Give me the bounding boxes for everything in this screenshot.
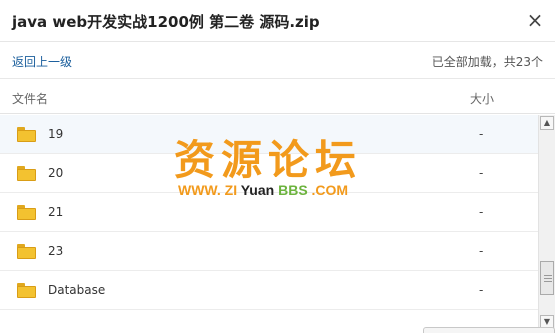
list-item[interactable]: 19 - [0, 115, 538, 154]
file-size: - [479, 244, 484, 258]
file-size: - [479, 166, 484, 180]
dialog-title: java web开发实战1200例 第二卷 源码.zip [12, 13, 320, 31]
folder-icon [17, 205, 36, 220]
vertical-scrollbar[interactable]: ▲ ▼ [538, 115, 555, 333]
file-name: Database [48, 283, 106, 297]
file-name: 20 [48, 166, 64, 180]
back-up-one-level-link[interactable]: 返回上一级 [12, 53, 72, 70]
file-name: 19 [48, 127, 64, 141]
list-item[interactable]: 23 - [0, 232, 538, 271]
folder-icon [17, 244, 36, 259]
folder-icon [17, 283, 36, 298]
file-size: - [479, 205, 484, 219]
folder-icon [17, 166, 36, 181]
title-bar: java web开发实战1200例 第二卷 源码.zip × [0, 0, 555, 42]
close-icon[interactable]: × [524, 9, 546, 31]
list-item[interactable]: 20 - [0, 154, 538, 193]
toolbar: 返回上一级 已全部加载，共23个 [0, 43, 555, 79]
list-item[interactable]: Database - [0, 271, 538, 310]
file-list: 19 - 20 - 21 - 23 - Database - [0, 115, 538, 333]
scroll-thumb[interactable] [540, 261, 554, 295]
folder-icon [17, 127, 36, 142]
file-name: 23 [48, 244, 64, 258]
list-item[interactable]: 21 - [0, 193, 538, 232]
file-list-header: 文件名 大小 [0, 80, 555, 114]
file-name: 21 [48, 205, 64, 219]
bottom-button-edge[interactable] [423, 327, 555, 333]
column-header-size[interactable]: 大小 [470, 90, 494, 107]
zip-preview-dialog: java web开发实战1200例 第二卷 源码.zip × 返回上一级 已全部… [0, 0, 555, 333]
column-header-filename[interactable]: 文件名 [12, 90, 48, 107]
scroll-up-arrow-icon[interactable]: ▲ [540, 116, 554, 130]
file-size: - [479, 283, 484, 297]
file-size: - [479, 127, 484, 141]
load-status-text: 已全部加载，共23个 [431, 55, 543, 69]
